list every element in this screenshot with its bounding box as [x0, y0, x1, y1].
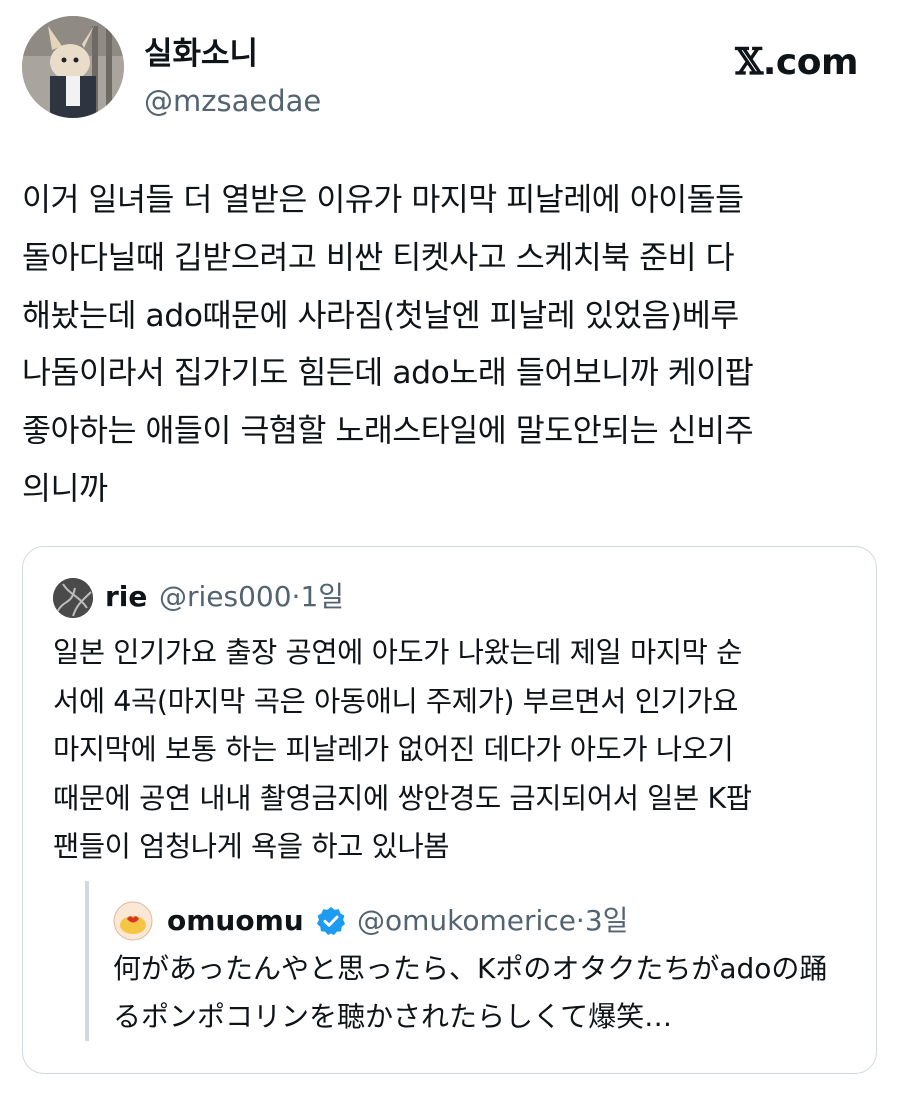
x-com-logo: 𝕏.com [735, 42, 858, 83]
quoted-author-name[interactable]: rie [105, 580, 147, 614]
nested-author-avatar[interactable] [113, 901, 153, 941]
nested-quoted-tweet[interactable]: omuomu @omukomerice·3일 何があったんやと思ったら、Kポのオ… [85, 881, 869, 1041]
author-handle[interactable]: @mzsaedae [144, 84, 321, 118]
quoted-tweet[interactable]: rie @ries000·1일 일본 인기가요 출장 공연에 아도가 나왔는데 … [22, 546, 877, 1074]
nested-author-handle[interactable]: @omukomerice·3일 [357, 904, 628, 938]
omurice-avatar-icon [113, 901, 153, 941]
nested-tweet-header: omuomu @omukomerice·3일 [113, 901, 853, 941]
quoted-author-avatar[interactable] [53, 578, 93, 618]
nested-tweet-text: 何があったんやと思ったら、Kポのオタクたちがadoの踊 るポンポコリンを聴かされ… [113, 952, 828, 1033]
author-avatar-image [22, 16, 124, 118]
verified-badge-icon [315, 905, 347, 937]
tweet-header: 실화소니 @mzsaedae 𝕏.com [22, 16, 882, 120]
quoted-tweet-text: 일본 인기가요 출장 공연에 아도가 나왔는데 제일 마지막 순 서에 4곡(마… [53, 636, 752, 864]
quoted-author-handle[interactable]: @ries000·1일 [159, 580, 344, 614]
author-name[interactable]: 실화소니 [144, 36, 258, 72]
quoted-avatar-image [53, 578, 93, 618]
author-avatar[interactable] [22, 16, 124, 118]
x-logo-icon: 𝕏 [735, 41, 763, 83]
nested-author-name[interactable]: omuomu [167, 904, 304, 938]
tweet-text: 이거 일녀들 더 열받은 이유가 마지막 피날레에 아이돌들 돌아다닐때 깁받으… [22, 182, 754, 507]
x-logo-suffix: .com [762, 42, 859, 83]
quoted-tweet-header: rie @ries000·1일 [53, 578, 833, 618]
